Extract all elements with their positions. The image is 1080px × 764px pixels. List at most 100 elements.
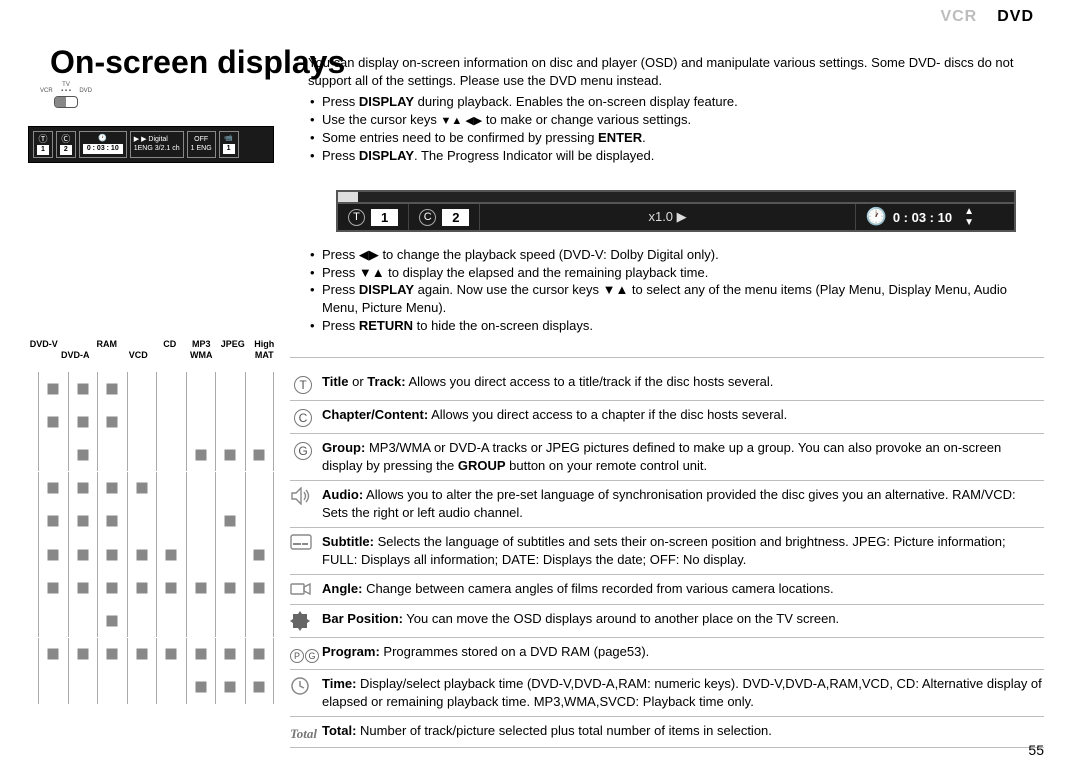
grid-cell (245, 438, 275, 471)
clock-icon: 🕐 (866, 207, 887, 227)
format-header (154, 350, 186, 361)
intro-bullet-2: Use the cursor keys ▼▲ ◀▶ to make or cha… (308, 111, 1044, 129)
grid-cell (97, 405, 127, 438)
grid-cell (127, 538, 157, 571)
cursor-arrows-icon: ▼▲ ◀▶ (441, 114, 483, 129)
format-header: CD (154, 339, 186, 350)
grid-row (38, 671, 274, 704)
grid-cell (38, 638, 68, 671)
osd-speed: x1.0 ▶ (648, 209, 686, 225)
desc-text: Program: Programmes stored on a DVD RAM … (322, 643, 1044, 664)
grid-cell (215, 671, 245, 704)
grid-cell (38, 372, 68, 405)
grid-cell (186, 438, 216, 471)
tab-dvd: DVD (987, 6, 1044, 28)
grid-cell (245, 604, 275, 637)
desc-text: Angle: Change between camera angles of f… (322, 580, 1044, 598)
progress-fill (338, 192, 358, 202)
grid-cell (127, 604, 157, 637)
intro2-bullet-2: Press ▼▲ to display the elapsed and the … (308, 264, 1044, 282)
intro-bullet-1: Press DISPLAY during playback. Enables t… (308, 93, 1044, 111)
grid-row (38, 571, 274, 604)
grid-cell (215, 638, 245, 671)
up-down-icon: ▲▼ (964, 206, 974, 228)
clock-icon: 🕐 (98, 135, 107, 143)
desc-text: Chapter/Content: Allows you direct acces… (322, 406, 1044, 427)
grid-cell (97, 472, 127, 505)
osd-mini-audio-2: 1ENG 3/2.1 ch (134, 145, 180, 153)
grid-row (38, 505, 274, 538)
grid-cell (186, 505, 216, 538)
grid-cell (156, 438, 186, 471)
intro-bullet-4: Press DISPLAY. The Progress Indicator wi… (308, 147, 1044, 165)
grid-cell (38, 472, 68, 505)
format-header (91, 350, 123, 361)
grid-row (38, 638, 274, 671)
grid-cell (68, 505, 98, 538)
grid-cell (127, 671, 157, 704)
grid-cell (156, 604, 186, 637)
progress-track (338, 192, 1014, 204)
desc-row: Time: Display/select playback time (DVD-… (290, 670, 1044, 717)
page-title: On-screen displays (50, 44, 345, 81)
format-compatibility-grid (38, 372, 274, 704)
grid-cell (156, 571, 186, 604)
grid-cell (245, 671, 275, 704)
grid-cell (245, 405, 275, 438)
total-icon: Total (290, 722, 316, 741)
C-icon: C (290, 406, 316, 427)
grid-cell (215, 405, 245, 438)
grid-cell (97, 372, 127, 405)
osd-title-cell: T1 (338, 204, 409, 230)
divider (290, 357, 1044, 358)
osd-mini-angle: 1 (223, 144, 235, 154)
time-icon (290, 675, 316, 710)
grid-cell (68, 604, 98, 637)
feature-descriptions: TTitle or Track: Allows you direct acces… (290, 365, 1044, 748)
desc-row: GGroup: MP3/WMA or DVD-A tracks or JPEG … (290, 434, 1044, 481)
grid-cell (97, 438, 127, 471)
grid-cell (68, 405, 98, 438)
intro2-bullet-1: Press ◀▶ to change the playback speed (D… (308, 246, 1044, 264)
grid-cell (38, 505, 68, 538)
desc-text: Time: Display/select playback time (DVD-… (322, 675, 1044, 710)
barpos-icon (290, 610, 316, 631)
grid-cell (97, 604, 127, 637)
format-header: MAT (249, 350, 281, 361)
format-header: JPEG (217, 339, 249, 350)
grid-cell (245, 638, 275, 671)
audio-icon (290, 486, 316, 521)
grid-cell (186, 372, 216, 405)
grid-cell (38, 604, 68, 637)
tab-vcr: VCR (930, 6, 987, 28)
format-header: DVD-A (60, 350, 92, 361)
grid-cell (68, 472, 98, 505)
grid-row (38, 472, 274, 505)
osd-speed-cell: x1.0 ▶ (480, 204, 855, 230)
desc-text: Subtitle: Selects the language of subtit… (322, 533, 1044, 568)
format-header (217, 350, 249, 361)
grid-cell (245, 472, 275, 505)
desc-row: Subtitle: Selects the language of subtit… (290, 528, 1044, 575)
format-header: VCD (123, 350, 155, 361)
grid-row (38, 604, 274, 637)
grid-cell (127, 472, 157, 505)
grid-cell (215, 472, 245, 505)
grid-cell (97, 538, 127, 571)
format-headers: DVD-VRAMCDMP3JPEGHigh DVD-AVCDWMAMAT (28, 339, 280, 361)
intro-paragraph-2: Press ◀▶ to change the playback speed (D… (308, 246, 1044, 334)
desc-row: TTitle or Track: Allows you direct acces… (290, 365, 1044, 401)
desc-row: TotalTotal: Number of track/picture sele… (290, 717, 1044, 748)
osd-mini-audio-1: ▶ ▶ Digital (134, 136, 168, 144)
osd-mini-sub-2: 1 ENG (191, 145, 212, 153)
osd-chapter-cell: C2 (409, 204, 480, 230)
osd-mini-title-num: 1 (37, 145, 49, 155)
osd-time-cell: 🕐 0 : 03 : 10 ▲▼ (856, 204, 1014, 230)
desc-row: Angle: Change between camera angles of f… (290, 575, 1044, 605)
grid-cell (68, 372, 98, 405)
grid-cell (215, 604, 245, 637)
grid-cell (215, 372, 245, 405)
osd-time: 0 : 03 : 10 (893, 210, 952, 225)
grid-cell (68, 671, 98, 704)
grid-cell (156, 671, 186, 704)
